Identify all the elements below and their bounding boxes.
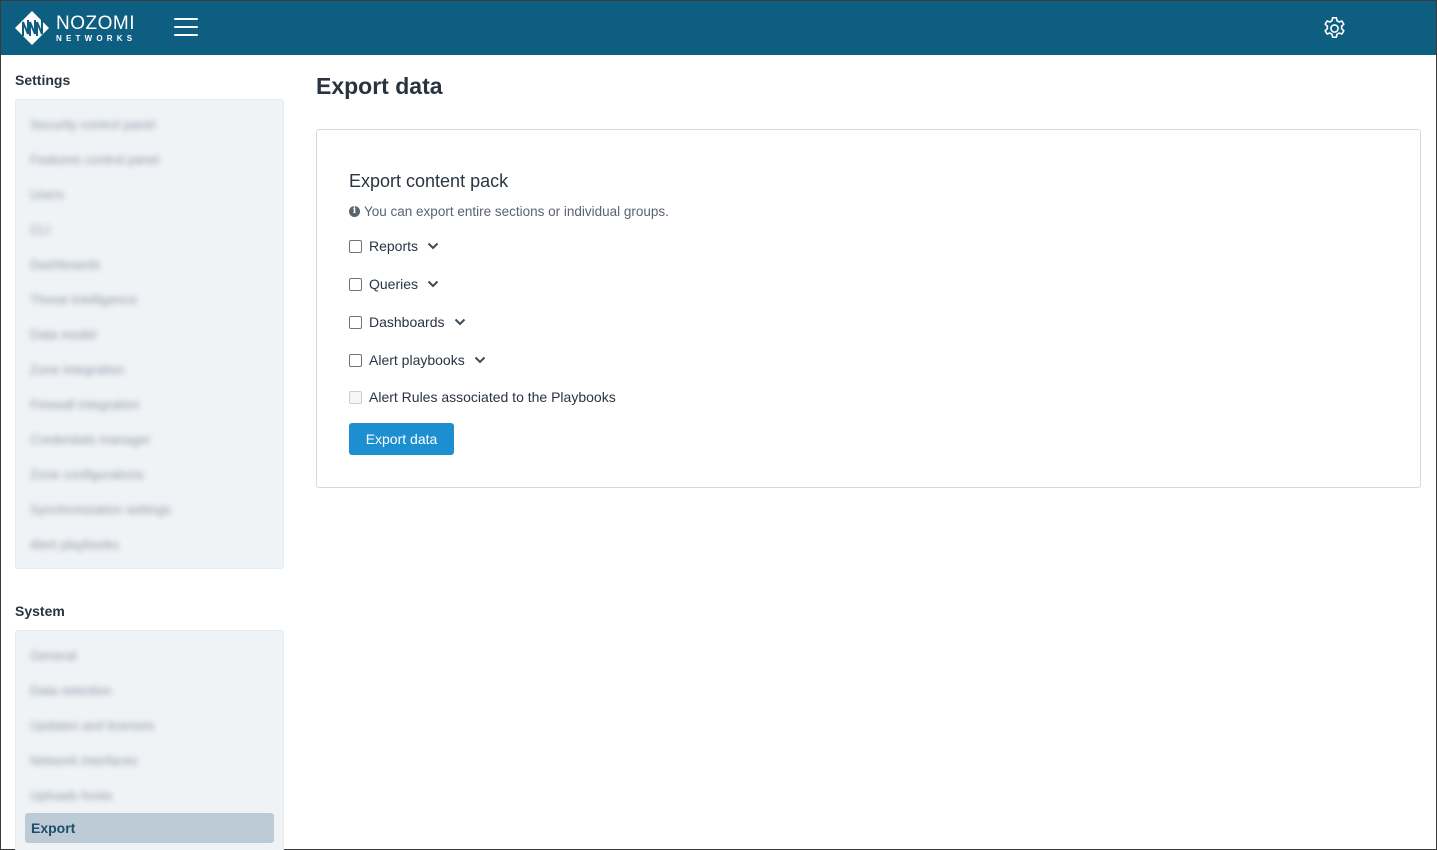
- sidebar-item[interactable]: Firewall integration: [16, 387, 283, 422]
- sidebar-item[interactable]: Alert playbooks: [16, 527, 283, 562]
- sidebar-item[interactable]: Network interfaces: [16, 743, 283, 778]
- logo-wordmark: NOZOMI: [56, 12, 135, 34]
- sidebar-item[interactable]: Data retention: [16, 673, 283, 708]
- queries-label[interactable]: Queries: [369, 276, 418, 292]
- settings-menu: Security control panel Features control …: [15, 99, 284, 569]
- export-card: Export content pack i You can export ent…: [316, 129, 1421, 488]
- alert-playbooks-checkbox[interactable]: [349, 353, 362, 367]
- chevron-down-icon[interactable]: [454, 318, 466, 326]
- sidebar-item[interactable]: CLI: [16, 212, 283, 247]
- queries-checkbox[interactable]: [349, 277, 362, 291]
- option-queries: Queries: [349, 276, 439, 292]
- chevron-down-icon[interactable]: [474, 356, 486, 364]
- info-hint: i You can export entire sections or indi…: [349, 204, 669, 219]
- sidebar-item[interactable]: Dashboards: [16, 247, 283, 282]
- chevron-down-icon[interactable]: [427, 280, 439, 288]
- dashboards-label[interactable]: Dashboards: [369, 314, 445, 330]
- dashboards-checkbox[interactable]: [349, 315, 362, 329]
- info-text: You can export entire sections or indivi…: [364, 204, 669, 219]
- alert-rules-label: Alert Rules associated to the Playbooks: [369, 389, 616, 405]
- hamburger-icon[interactable]: [174, 18, 198, 38]
- chevron-down-icon[interactable]: [427, 242, 439, 250]
- alert-playbooks-label[interactable]: Alert playbooks: [369, 352, 465, 368]
- page-title: Export data: [316, 73, 443, 99]
- sidebar-item[interactable]: General: [16, 638, 283, 673]
- sidebar-item[interactable]: Credentials manager: [16, 422, 283, 457]
- option-dashboards: Dashboards: [349, 314, 466, 330]
- sidebar-item[interactable]: Threat Intelligence: [16, 282, 283, 317]
- sidebar-item[interactable]: Updates and licenses: [16, 708, 283, 743]
- info-icon: i: [349, 206, 360, 217]
- option-reports: Reports: [349, 238, 439, 254]
- sidebar-item[interactable]: Uploads hosts: [16, 778, 283, 813]
- sidebar-item[interactable]: Data model: [16, 317, 283, 352]
- reports-checkbox[interactable]: [349, 239, 362, 253]
- sidebar-item-export[interactable]: Export: [25, 813, 274, 843]
- gear-icon[interactable]: [1321, 15, 1348, 42]
- sidebar-item[interactable]: Features control panel: [16, 142, 283, 177]
- sidebar-item[interactable]: Security control panel: [16, 107, 283, 142]
- nozomi-logo[interactable]: NOZOMI NETWORKS: [14, 10, 136, 46]
- sidebar-item[interactable]: Zone integration: [16, 352, 283, 387]
- export-data-button[interactable]: Export data: [349, 423, 454, 455]
- logo-subtitle: NETWORKS: [56, 33, 137, 43]
- option-alert-rules: Alert Rules associated to the Playbooks: [349, 389, 616, 405]
- card-title: Export content pack: [349, 171, 509, 191]
- alert-rules-checkbox: [349, 390, 362, 404]
- system-menu: General Data retention Updates and licen…: [15, 630, 284, 850]
- top-navigation-bar: NOZOMI NETWORKS: [1, 1, 1436, 55]
- reports-label[interactable]: Reports: [369, 238, 418, 254]
- sidebar-item[interactable]: Users: [16, 177, 283, 212]
- nozomi-logo-icon: [15, 11, 49, 45]
- settings-heading: Settings: [15, 72, 71, 88]
- sidebar-item[interactable]: Synchronization settings: [16, 492, 283, 527]
- system-heading: System: [15, 603, 65, 619]
- sidebar-item[interactable]: Zone configurations: [16, 457, 283, 492]
- option-alert-playbooks: Alert playbooks: [349, 352, 486, 368]
